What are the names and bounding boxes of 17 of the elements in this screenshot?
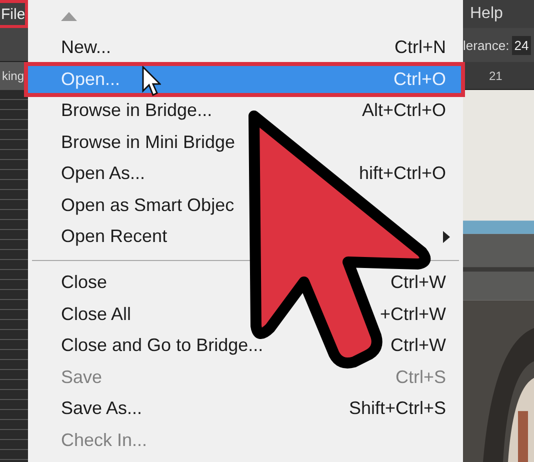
menu-item[interactable]: Open as Smart Objec — [28, 190, 463, 221]
menu-item[interactable]: Open Recent — [28, 221, 463, 252]
menu-item[interactable]: Browse in Mini Bridge — [28, 126, 463, 158]
toolbar-panel — [0, 28, 28, 62]
tolerance-field[interactable]: 24 — [512, 36, 531, 54]
ruler-number: 21 — [489, 69, 502, 83]
menu-item[interactable]: Close and Go to Bridge... Ctrl+W — [28, 330, 463, 362]
menu-item[interactable]: Save As... Shift+Ctrl+S — [28, 393, 463, 424]
menu-item[interactable]: Open As... hift+Ctrl+O — [28, 158, 463, 190]
tolerance-label: lerance: — [463, 38, 510, 52]
file-menu[interactable]: File — [0, 0, 28, 28]
cursor-icon — [142, 66, 161, 96]
menu-item[interactable]: Browse in Bridge... Alt+Ctrl+O — [28, 95, 463, 126]
scroll-up-icon[interactable] — [61, 12, 77, 20]
menu-item[interactable]: New... Ctrl+N — [28, 32, 463, 64]
menu-item[interactable]: Close Ctrl+W — [28, 267, 463, 298]
menu-item[interactable]: Close All +Ctrl+W — [28, 298, 463, 330]
